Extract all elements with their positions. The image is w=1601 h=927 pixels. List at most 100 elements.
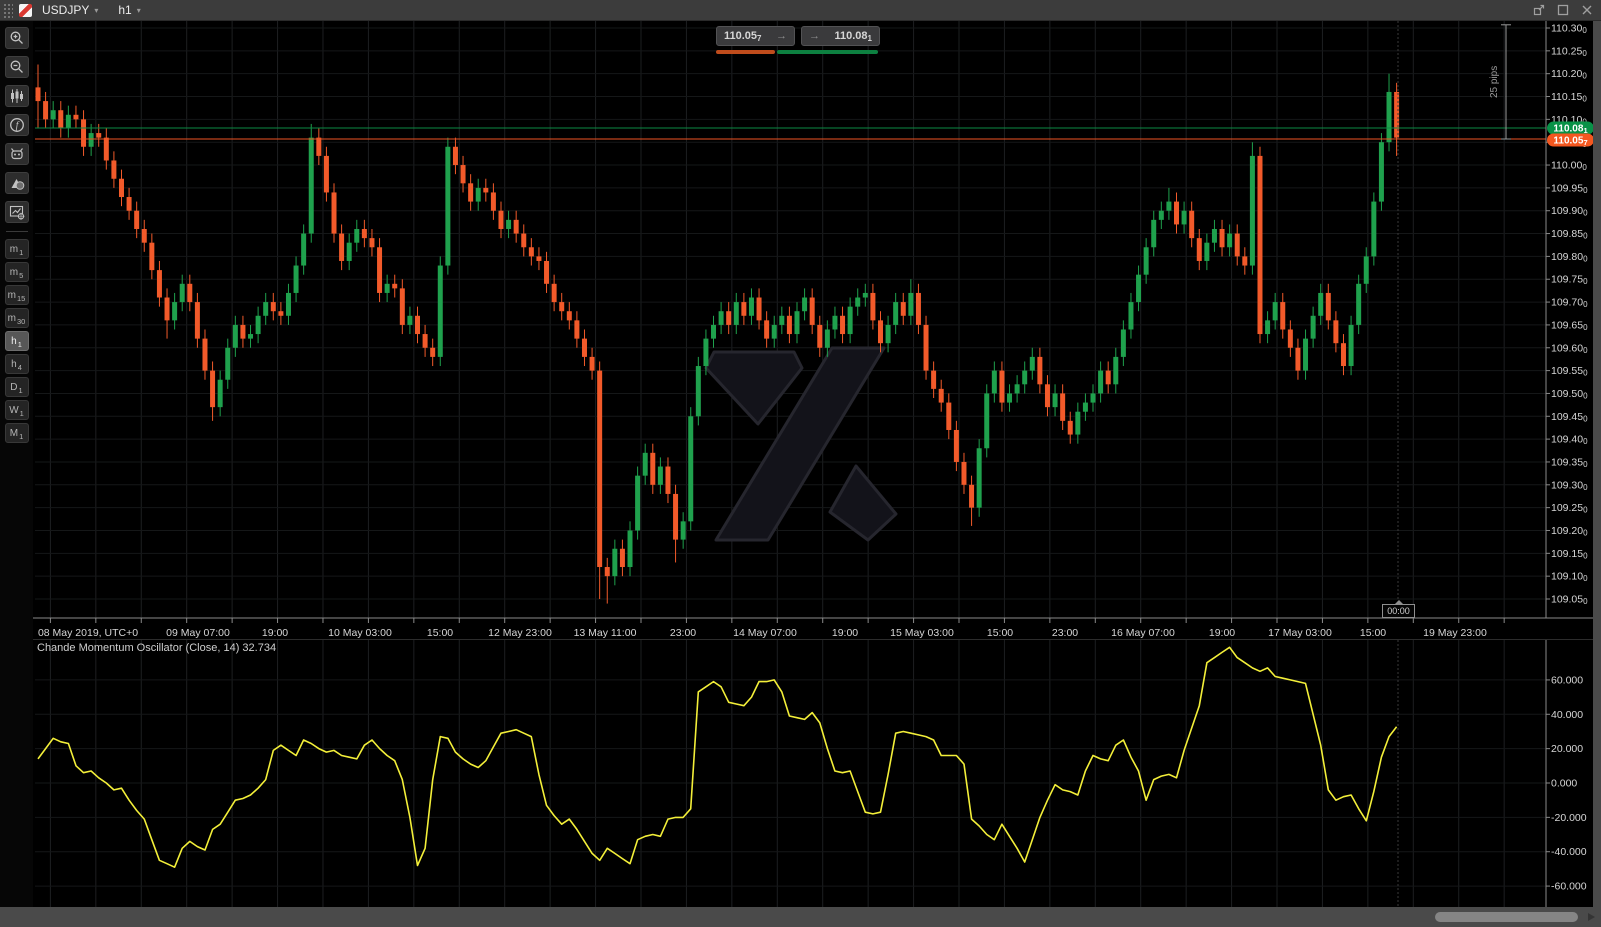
timeframe-button-W1[interactable]: W1 [5,400,29,420]
axis-label: 110.250 [1551,45,1587,58]
timeframe-button-M1[interactable]: M1 [5,423,29,443]
time-axis-label: 09 May 07:00 [166,627,230,639]
chart-titlebar: USDJPY ▾ h1 ▾ [0,0,1601,21]
window-right-border [1593,21,1601,907]
timeframe-selector[interactable]: h1 ▾ [108,0,150,21]
indicators-f-icon: f [9,117,25,133]
time-axis-label: 19:00 [832,627,858,639]
quote-widget: 110.057 → → 110.081 [716,26,880,54]
toolbar-separator [6,231,28,232]
cbots-button[interactable] [5,143,29,165]
bid-price: 110.057 [724,30,762,42]
shapes-icon [9,175,25,191]
ask-price: 110.081 [835,30,873,42]
timeframe-button-D1[interactable]: D1 [5,377,29,397]
axis-label: 109.750 [1551,274,1588,287]
time-axis-label: 14 May 07:00 [733,627,797,639]
trading-platform-window: USDJPY ▾ h1 ▾ [0,0,1601,927]
axis-label: 109.900 [1551,205,1588,218]
session-open-time: 00:00 [1387,606,1410,616]
quote-buttons-row: 110.057 → → 110.081 [716,26,880,46]
oscillator-axis-label: 20.000 [1551,743,1583,755]
axis-label: 109.100 [1551,571,1588,584]
price-lines [35,128,1546,139]
oscillator-axis-label: 40.000 [1551,709,1583,721]
timeframe-button-m30[interactable]: m30 [5,308,29,328]
oscillator-axis-label: -60.000 [1551,881,1587,893]
broker-watermark [706,348,896,540]
oscillator-axis-label: 60.000 [1551,674,1583,686]
timeframe-button-h4[interactable]: h4 [5,354,29,374]
axis-label: 109.600 [1551,342,1588,355]
timeframe-button-m1[interactable]: m1 [5,239,29,259]
axis-label: 109.950 [1551,182,1588,195]
oscillator-axis-label: 0.000 [1551,778,1577,790]
oscillator-axis-label: -20.000 [1551,812,1587,824]
time-axis[interactable]: 08 May 2019, UTC+009 May 07:0019:0010 Ma… [38,618,1504,639]
timeframe-button-m5[interactable]: m5 [5,262,29,282]
timeframe-button-m15[interactable]: m15 [5,285,29,305]
sell-button[interactable]: 110.057 → [716,26,795,46]
chevron-down-icon: ▾ [137,6,141,15]
maximize-button[interactable] [1553,1,1573,19]
time-axis-label: 23:00 [1052,627,1078,639]
buy-arrow-icon: → [809,30,820,42]
popout-button[interactable] [1529,1,1549,19]
time-axis-label: 15:00 [1360,627,1386,639]
sentiment-bar [716,50,880,54]
timeframe-button-list: m1 m5 m15 m30 h1 h4 D1 W1 M1 [5,239,29,446]
chart-type-button[interactable] [5,85,29,107]
timeframe-button-h1[interactable]: h1 [5,331,29,351]
axis-label: 109.800 [1551,251,1588,264]
chart-settings-icon [9,204,25,220]
time-axis-label: 15 May 03:00 [890,627,954,639]
zoom-out-icon [9,59,25,75]
time-axis-label: 15:00 [987,627,1013,639]
axis-label: 109.050 [1551,594,1588,607]
drawing-tools-button[interactable] [5,172,29,194]
horizontal-scrollbar[interactable] [0,907,1601,927]
price-badges: 110.081110.057 [1547,122,1594,147]
timeframe-label: h1 [118,3,131,17]
popout-icon [1533,4,1545,16]
ask-price-badge: 110.081 [1553,124,1587,136]
scrollbar-thumb[interactable] [1435,912,1578,922]
buy-button[interactable]: → 110.081 [801,26,880,46]
axis-label: 109.700 [1551,297,1588,310]
indicator-label[interactable]: Chande Momentum Oscillator (Close, 14) 3… [37,642,276,654]
close-button[interactable] [1577,1,1597,19]
session-open-tooltip: 00:00 [1382,604,1415,618]
zoom-out-button[interactable] [5,56,29,78]
zoom-in-icon [9,30,25,46]
pips-ruler: 25 pips [1489,25,1511,139]
pips-ruler-label: 25 pips [1489,66,1500,98]
axis-label: 109.200 [1551,525,1588,538]
time-axis-label: 10 May 03:00 [328,627,392,639]
scroll-right-arrow-icon[interactable] [1588,913,1595,921]
drag-grip[interactable] [3,3,13,18]
sentiment-sell-segment [716,50,775,54]
axis-label: 109.150 [1551,548,1588,561]
symbol-logo-icon [19,4,32,17]
candlestick-chart-icon [9,88,25,104]
indicators-button[interactable]: f [5,114,29,136]
candlestick-series [36,65,1400,604]
zoom-in-button[interactable] [5,27,29,49]
oscillator-axis-label: -40.000 [1551,846,1587,858]
axis-label: 110.300 [1551,23,1587,36]
axis-label: 109.250 [1551,502,1588,515]
time-axis-label: 12 May 23:00 [488,627,552,639]
axis-label: 109.350 [1551,456,1588,469]
time-axis-label: 19 May 23:00 [1423,627,1487,639]
chart-settings-button[interactable] [5,201,29,223]
time-axis-label: 17 May 03:00 [1268,627,1332,639]
axis-label: 109.650 [1551,319,1588,332]
axis-label: 110.200 [1551,68,1587,81]
chart-canvas[interactable]: 25 pips110.300110.250110.200110.150110.1… [0,21,1601,907]
robot-icon [9,146,25,162]
axis-label: 110.150 [1551,91,1587,104]
symbol-selector[interactable]: USDJPY ▾ [32,0,108,21]
axis-label: 109.550 [1551,365,1588,378]
time-axis-label: 13 May 11:00 [574,627,637,639]
maximize-icon [1557,4,1569,16]
